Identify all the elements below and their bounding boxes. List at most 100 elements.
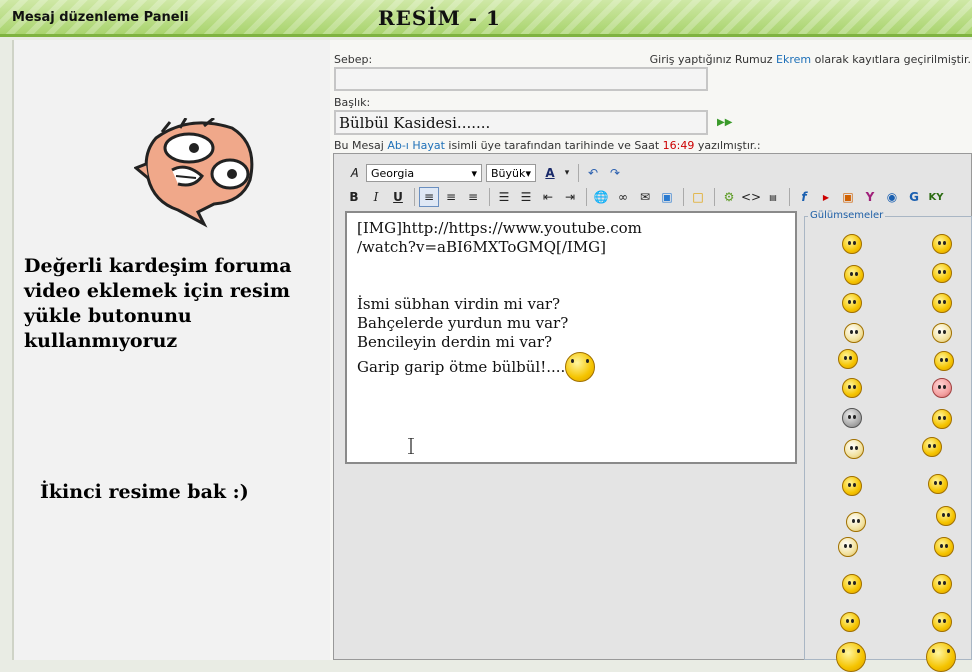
underline-button[interactable]: U (388, 187, 408, 207)
email-icon[interactable]: ✉ (635, 187, 655, 207)
blushing-smiley-icon[interactable] (932, 293, 952, 313)
youtube-icon[interactable]: ▶ (816, 187, 836, 207)
italic-button[interactable]: I (366, 187, 386, 207)
hat-smiley-icon[interactable] (936, 506, 956, 526)
toolbar-divider (414, 188, 415, 206)
msg-author[interactable]: Ab-ı Hayat (387, 139, 445, 152)
smile-icon[interactable] (844, 265, 864, 285)
toolbar-row-2: B I U ≡ ≡ ≡ ☰ ☰ ⇤ ⇥ 🌐 ∞ ✉ ▣ □ ⚙ <> ▤ f ▶… (344, 186, 948, 208)
login-user[interactable]: Ekrem (776, 53, 811, 66)
align-center-icon[interactable]: ≡ (441, 187, 461, 207)
chevron-down-icon[interactable]: ▾ (562, 163, 572, 183)
login-prefix: Giriş yaptığınız Rumuz (649, 53, 777, 66)
writing-smiley-icon[interactable] (934, 351, 954, 371)
redo-icon[interactable]: ↷ (605, 163, 625, 183)
image-title: RESİM - 1 (378, 6, 501, 30)
toolbar-divider (489, 188, 490, 206)
sad-smiley-icon[interactable] (928, 474, 948, 494)
reason-label: Sebep: (334, 53, 373, 66)
gear-icon[interactable]: ⚙ (719, 187, 739, 207)
php-icon[interactable]: ▤ (763, 187, 783, 207)
sick-smiley-icon[interactable] (932, 378, 952, 398)
neutral-smiley-icon[interactable] (846, 512, 866, 532)
outdent-icon[interactable]: ⇤ (538, 187, 558, 207)
text-cursor-icon (408, 438, 414, 454)
code-icon[interactable]: <> (741, 187, 761, 207)
grinning-smiley-icon[interactable] (932, 574, 952, 594)
go-arrow-icon[interactable]: ▶▶ (717, 117, 732, 128)
second-image-note: İkinci resime bak :) (40, 481, 249, 503)
chevron-down-icon: ▾ (525, 166, 531, 180)
title-label: Başlık: (334, 96, 371, 109)
align-right-icon[interactable]: ≡ (463, 187, 483, 207)
whistle-smiley-icon[interactable] (838, 349, 858, 369)
instruction-message: Değerli kardeşim foruma video eklemek iç… (24, 255, 292, 352)
cool-smiley-icon[interactable] (926, 642, 956, 672)
size-select[interactable]: Büyük ▾ (486, 164, 536, 182)
angel-smiley-icon[interactable] (932, 409, 952, 429)
msg-time: 16:49 (662, 139, 695, 152)
font-select[interactable]: Georgia ▾ (366, 164, 482, 182)
top-banner: Mesaj düzenleme Paneli RESİM - 1 (0, 0, 972, 37)
sleepy-smiley-icon[interactable] (842, 293, 862, 313)
insert-image-icon[interactable]: ▣ (657, 187, 677, 207)
pale-smiley-icon[interactable] (932, 323, 952, 343)
editor-line: /watch?v=aBI6MXToGMQ[/IMG] (357, 238, 607, 256)
editor-toolbar: 𝐴 Georgia ▾ Büyük ▾ A ▾ ↶ ↷ B I U ≡ ≡ ≡ ☰ … (344, 162, 972, 210)
align-left-icon[interactable]: ≡ (419, 187, 439, 207)
undo-icon[interactable]: ↶ (583, 163, 603, 183)
google-icon[interactable]: G (904, 187, 924, 207)
login-suffix: olarak kayıtlara geçirilmiştir. (811, 53, 971, 66)
message-editor[interactable]: [IMG]http://https://www.youtube.com /wat… (345, 211, 797, 464)
pale-smiley-icon[interactable] (844, 323, 864, 343)
big-grin-smiley-icon[interactable] (932, 612, 952, 632)
flash-icon[interactable]: f (794, 187, 814, 207)
yahoo-icon[interactable]: Y (860, 187, 880, 207)
crying-smiley-icon[interactable] (842, 574, 862, 594)
thinking-smiley-icon[interactable] (842, 234, 862, 254)
unlink-icon[interactable]: ∞ (613, 187, 633, 207)
hugging-smileys-icon[interactable] (922, 437, 942, 457)
video-icon[interactable]: ▣ (838, 187, 858, 207)
unordered-list-icon[interactable]: ☰ (516, 187, 536, 207)
reason-input[interactable] (334, 67, 708, 91)
link-globe-icon[interactable]: 🌐 (591, 187, 611, 207)
editor-line: Bahçelerde yurdun mu var? (357, 314, 569, 332)
ky-icon[interactable]: KY (926, 187, 946, 207)
remove-format-icon[interactable]: 𝐴 (344, 163, 364, 183)
msg-suffix: yazılmıştır.: (694, 139, 761, 152)
editor-line: [IMG]http://https://www.youtube.com (357, 219, 642, 237)
pondering-smiley-icon[interactable] (932, 234, 952, 254)
alien-smiley-icon[interactable] (842, 408, 862, 428)
surprised-smiley-icon[interactable] (842, 378, 862, 398)
waving-smiley-icon[interactable] (842, 476, 862, 496)
ordered-list-icon[interactable]: ☰ (494, 187, 514, 207)
bouncing-smiley-icon[interactable] (932, 263, 952, 283)
smilies-panel (804, 216, 972, 660)
text-color-icon[interactable]: A (540, 163, 560, 183)
laughing-smiley-icon[interactable] (836, 642, 866, 672)
toolbar-divider (714, 188, 715, 206)
indent-icon[interactable]: ⇥ (560, 187, 580, 207)
thumbs-up-smiley-icon[interactable] (840, 612, 860, 632)
toolbar-divider (578, 164, 579, 182)
quote-icon[interactable]: □ (688, 187, 708, 207)
toolbar-divider (586, 188, 587, 206)
chevron-down-icon: ▾ (471, 166, 477, 180)
editor-line: Bencileyin derdin mi var? (357, 333, 553, 351)
msg-mid: isimli üye tarafından tarihinde ve Saat (444, 139, 663, 152)
msg-prefix: Bu Mesaj (334, 139, 388, 152)
media-icon[interactable]: ◉ (882, 187, 902, 207)
toolbar-row-1: 𝐴 Georgia ▾ Büyük ▾ A ▾ ↶ ↷ (344, 162, 627, 184)
smilies-legend: Gülümsemeler (808, 210, 886, 221)
editor-line: Garip garip ötme bülbül!.... (357, 357, 566, 376)
title-input[interactable]: Bülbül Kasidesi....... (334, 110, 708, 135)
thumbs-smiley-icon[interactable] (838, 537, 858, 557)
shy-smiley-icon[interactable] (844, 439, 864, 459)
bold-button[interactable]: B (344, 187, 364, 207)
confused-smiley-icon[interactable] (934, 537, 954, 557)
toolbar-divider (789, 188, 790, 206)
toolbar-divider (683, 188, 684, 206)
